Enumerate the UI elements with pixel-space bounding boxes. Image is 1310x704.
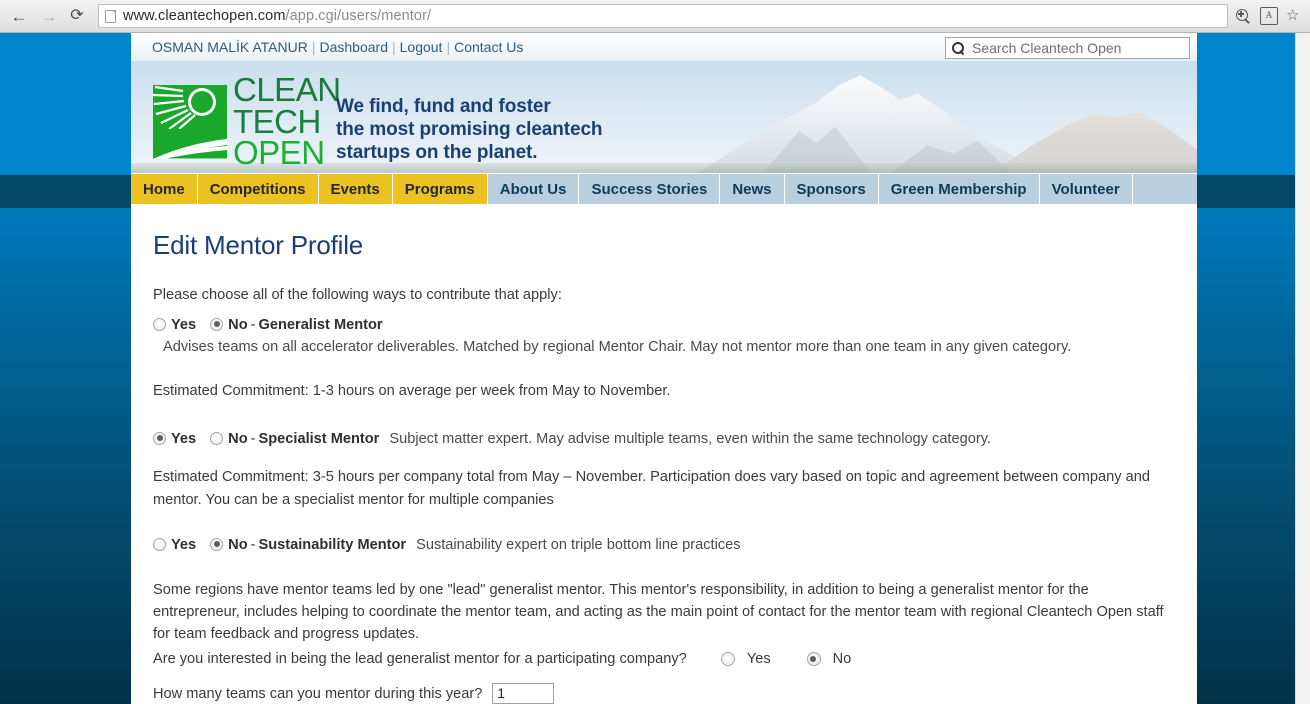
- user-name-link[interactable]: OSMAN MALİK ATANUR: [152, 39, 308, 55]
- main-content: Edit Mentor Profile Please choose all of…: [131, 204, 1197, 704]
- search-icon: [951, 41, 965, 55]
- logo-sun-icon: [191, 90, 213, 113]
- page-document-icon: [105, 9, 116, 23]
- page-title: Edit Mentor Profile: [153, 230, 364, 260]
- generalist-role-description: Advises teams on all accelerator deliver…: [163, 338, 1072, 355]
- specialist-no-radio[interactable]: [210, 431, 224, 445]
- utility-links: OSMAN MALİK ATANUR | Dashboard | Logout | Cont…: [152, 39, 523, 55]
- logo-word-clean: CLEAN: [233, 71, 341, 108]
- zoom-icon[interactable]: [1234, 7, 1252, 25]
- chrome-icon-group: A ☆: [1234, 7, 1310, 25]
- logo-word-open: OPEN: [233, 134, 325, 172]
- role-row-sustainability-mentor: Yes No - Sustainability Mentor Sustainab…: [153, 535, 1173, 557]
- nav-item-volunteer[interactable]: Volunteer: [1039, 174, 1133, 204]
- reload-icon[interactable]: ⟳: [64, 3, 90, 29]
- logo-field-icon: [153, 138, 227, 159]
- nav-item-about-us[interactable]: About Us: [487, 174, 580, 204]
- page-scrollbar[interactable]: [1295, 33, 1310, 704]
- sustainability-yes-radio[interactable]: [153, 537, 166, 551]
- specialist-dash: -: [250, 430, 256, 447]
- teams-count-label: How many teams can you mentor during thi…: [153, 685, 483, 702]
- specialist-commitment-text: Estimated Commitment: 3-5 hours per comp…: [153, 469, 1150, 508]
- address-bar[interactable]: www.cleantechopen.com/app.cgi/users/ment…: [98, 4, 1228, 28]
- role-row-specialist-mentor: Yes No - Specialist Mentor Subject matte…: [153, 429, 1173, 451]
- generalist-commitment-text: Estimated Commitment: 1-3 hours on avera…: [153, 382, 671, 399]
- utility-separator-1: |: [311, 39, 316, 55]
- utility-separator-3: |: [446, 39, 451, 55]
- logo-sun-rays-icon: [153, 85, 196, 129]
- role-row-generalist-mentor: Yes No - Generalist Mentor Advises teams…: [153, 315, 1173, 359]
- generalist-no-label: No: [228, 316, 248, 333]
- back-icon[interactable]: ←: [6, 3, 32, 29]
- generalist-yes-label: Yes: [171, 316, 197, 333]
- nav-item-events[interactable]: Events: [318, 174, 393, 204]
- search-input[interactable]: [970, 39, 1184, 57]
- sustainability-role-description: Sustainability expert on triple bottom l…: [416, 536, 741, 553]
- site-container: OSMAN MALİK ATANUR | Dashboard | Logout | Cont…: [131, 33, 1197, 704]
- generalist-dash: -: [250, 316, 256, 333]
- lead-mentor-yes-radio[interactable]: [720, 652, 735, 667]
- url-path: /app.cgi/users/mentor/: [285, 8, 432, 24]
- search-box[interactable]: [945, 37, 1190, 59]
- main-navigation: Home Competitions Events Programs About …: [131, 173, 1197, 204]
- sustainability-no-radio[interactable]: [210, 537, 224, 551]
- lead-mentor-yes-label: Yes: [746, 651, 771, 668]
- logo-wordmark: CLEAN TECH OPEN: [233, 71, 341, 172]
- tagline-line-3: startups on the planet.: [336, 142, 538, 164]
- nav-item-competitions[interactable]: Competitions: [197, 174, 319, 204]
- logout-link[interactable]: Logout: [400, 39, 443, 55]
- specialist-yes-label: Yes: [171, 430, 197, 447]
- site-logo[interactable]: CLEAN TECH OPEN: [153, 71, 341, 172]
- bookmark-star-icon[interactable]: ☆: [1286, 7, 1304, 25]
- lead-mentor-no-label: No: [832, 651, 852, 668]
- form-intro-text: Please choose all of the following ways …: [153, 287, 562, 303]
- logo-word-tech: TECH: [233, 102, 321, 140]
- generalist-role-name: Generalist Mentor: [258, 316, 383, 333]
- specialist-no-label: No: [228, 430, 248, 447]
- contact-us-link[interactable]: Contact Us: [454, 39, 523, 55]
- specialist-yes-radio[interactable]: [153, 431, 166, 445]
- specialist-role-description: Subject matter expert. May advise multip…: [389, 430, 991, 447]
- browser-chrome: ← → ⟳ www.cleantechopen.com/app.cgi/user…: [0, 0, 1310, 33]
- nav-filler: [1132, 174, 1197, 204]
- lead-mentor-paragraph: Some regions have mentor teams led by on…: [153, 581, 1164, 643]
- nav-item-sponsors[interactable]: Sponsors: [784, 174, 879, 204]
- utility-bar: OSMAN MALİK ATANUR | Dashboard | Logout | Cont…: [131, 33, 1197, 61]
- lead-mentor-no-radio[interactable]: [806, 652, 821, 667]
- lead-mentor-no-option: No: [806, 651, 852, 668]
- teams-count-row: How many teams can you mentor during thi…: [153, 683, 1173, 704]
- nav-item-news[interactable]: News: [720, 174, 785, 204]
- nav-item-programs[interactable]: Programs: [392, 174, 488, 204]
- sustainability-no-label: No: [228, 536, 248, 553]
- utility-separator-2: |: [391, 39, 396, 55]
- nav-item-home[interactable]: Home: [131, 174, 198, 204]
- dashboard-link[interactable]: Dashboard: [319, 39, 388, 55]
- banner-tagline: We find, fund and foster the most promis…: [336, 95, 603, 165]
- url-text: www.cleantechopen.com/app.cgi/users/ment…: [123, 8, 431, 24]
- lead-mentor-yes-option: Yes: [720, 651, 771, 668]
- cleantech-open-logo-icon: [153, 84, 227, 159]
- specialist-role-name: Specialist Mentor: [258, 430, 380, 447]
- forward-icon[interactable]: →: [36, 3, 62, 29]
- url-host: www.cleantechopen.com: [123, 8, 286, 24]
- sustainability-dash: -: [250, 536, 256, 553]
- site-banner: CLEAN TECH OPEN We find, fund and foster…: [131, 61, 1197, 173]
- lead-mentor-question-text: Are you interested in being the lead gen…: [153, 651, 687, 668]
- generalist-no-radio[interactable]: [210, 317, 224, 331]
- generalist-yes-radio[interactable]: [153, 317, 166, 331]
- translate-icon[interactable]: A: [1260, 7, 1278, 25]
- nav-item-success-stories[interactable]: Success Stories: [579, 174, 721, 204]
- tagline-line-1: We find, fund and foster: [336, 96, 551, 117]
- teams-count-input[interactable]: [492, 683, 555, 704]
- tagline-line-2: the most promising cleantech: [336, 119, 603, 141]
- nav-item-green-membership[interactable]: Green Membership: [878, 174, 1040, 204]
- sustainability-yes-label: Yes: [171, 536, 197, 553]
- sustainability-role-name: Sustainability Mentor: [258, 536, 407, 553]
- lead-mentor-question-row: Are you interested in being the lead gen…: [153, 651, 1173, 667]
